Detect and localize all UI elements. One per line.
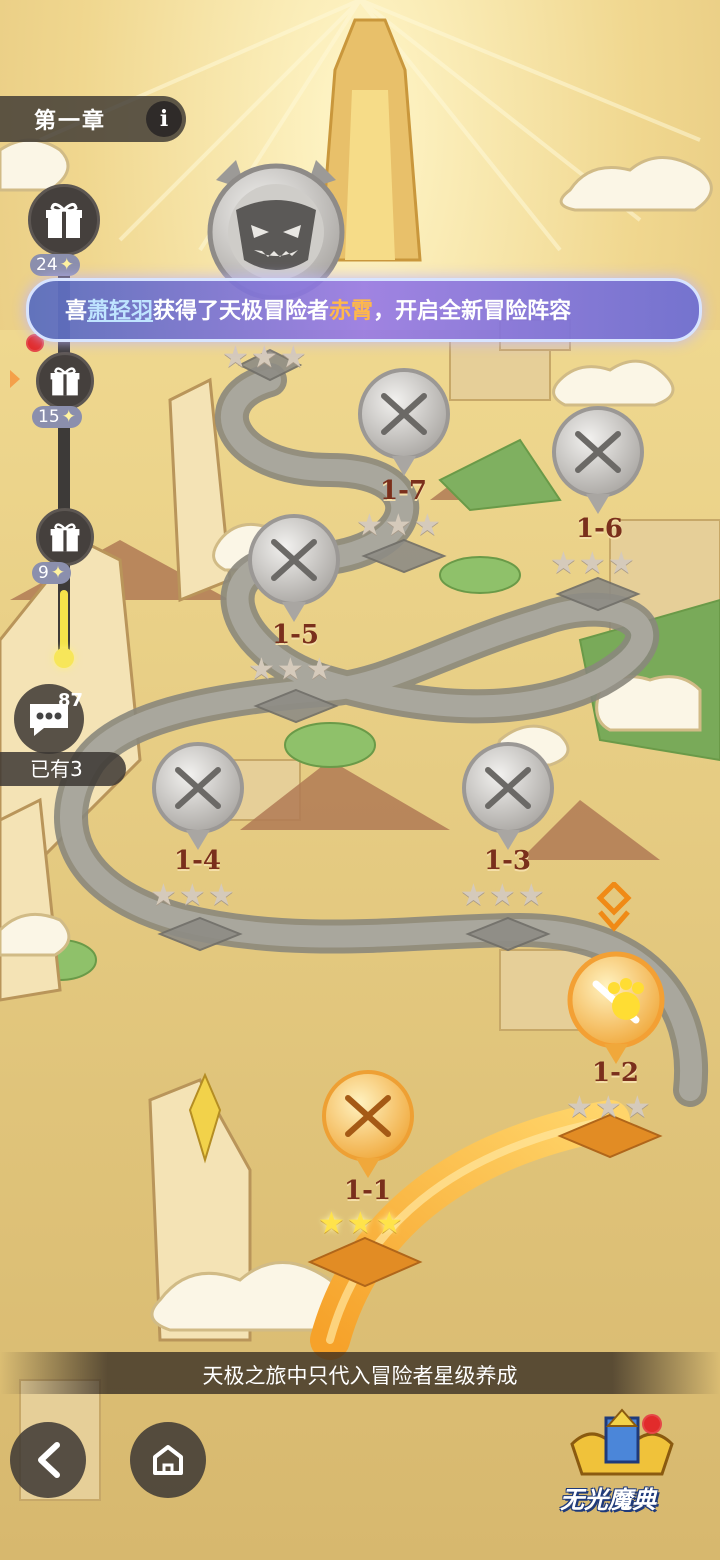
stage-label: 1-6	[576, 514, 623, 544]
stage-label: 1-2	[592, 1058, 639, 1088]
arrow-right-icon	[10, 370, 20, 388]
stage-1-3-badge[interactable]	[458, 740, 558, 852]
hint-bar: 天极之旅中只代入冒险者星级养成	[0, 1352, 720, 1394]
stage-stars: ★ ★ ★	[150, 878, 235, 913]
stage-1-1-badge[interactable]	[318, 1068, 418, 1180]
stage-stars-earned: ★ ★ ★	[318, 1206, 403, 1241]
gift-icon	[46, 203, 82, 238]
reward-gift-node[interactable]	[36, 352, 94, 410]
home-icon	[153, 1445, 183, 1475]
back-arrow-icon	[38, 1442, 60, 1478]
stage-label: 1-4	[174, 846, 221, 876]
stage-1-5-badge[interactable]	[244, 512, 344, 624]
gift-icon	[50, 523, 80, 552]
stage-1-6-badge[interactable]	[548, 404, 648, 516]
chapter-title: 第一章	[34, 109, 107, 134]
hero-name: 赤霄	[329, 299, 374, 324]
announcement-text: 喜萧轻羽获得了天极冒险者赤霄，开启全新冒险阵容	[65, 299, 572, 324]
grimoire-label[interactable]: 无光魔典	[560, 1480, 656, 1515]
stage-label: 1-5	[272, 620, 319, 650]
reward-threshold-badge: 9 ✦	[32, 562, 72, 584]
reward-threshold-badge: 15 ✦	[32, 406, 82, 428]
stage-1-2-badge[interactable]	[564, 950, 668, 1066]
reward-track-knob	[54, 648, 74, 668]
hint-text: 天极之旅中只代入冒险者星级养成	[202, 1364, 518, 1388]
stage-stars: ★ ★ ★	[566, 1090, 651, 1125]
stage-stars: ★ ★ ★	[356, 508, 441, 543]
stage-1-7-badge[interactable]	[354, 366, 454, 478]
stage-label: 1-1	[344, 1176, 391, 1206]
stage-label: 1-7	[380, 476, 427, 506]
info-icon[interactable]: i	[146, 101, 182, 137]
chapter-title-pill[interactable]: 第一章 i	[0, 96, 186, 142]
owned-count-label: 已有3	[0, 752, 126, 786]
stage-stars: ★ ★ ★	[248, 652, 333, 687]
stage-1-4-badge[interactable]	[148, 740, 248, 852]
reward-gift-node[interactable]	[36, 508, 94, 566]
reward-gift-node[interactable]	[28, 184, 100, 256]
current-stage-marker-icon	[596, 882, 632, 932]
home-button[interactable]	[130, 1422, 206, 1498]
reward-threshold-badge: 24 ✦	[30, 254, 80, 276]
stage-stars: ★ ★ ★	[460, 878, 545, 913]
chat-unread-count: 87	[58, 690, 84, 711]
back-button[interactable]	[10, 1422, 86, 1498]
demon-face-icon	[236, 200, 316, 270]
stage-label: 1-3	[484, 846, 531, 876]
player-name-link[interactable]: 萧轻羽	[87, 299, 153, 324]
announcement-banner: 喜萧轻羽获得了天极冒险者赤霄，开启全新冒险阵容	[26, 278, 702, 342]
stage-stars: ★ ★ ★	[550, 546, 635, 581]
grimoire-notification-dot	[642, 1414, 662, 1434]
gift-icon	[50, 367, 80, 396]
stage-stars: ★ ★ ★	[222, 340, 307, 375]
